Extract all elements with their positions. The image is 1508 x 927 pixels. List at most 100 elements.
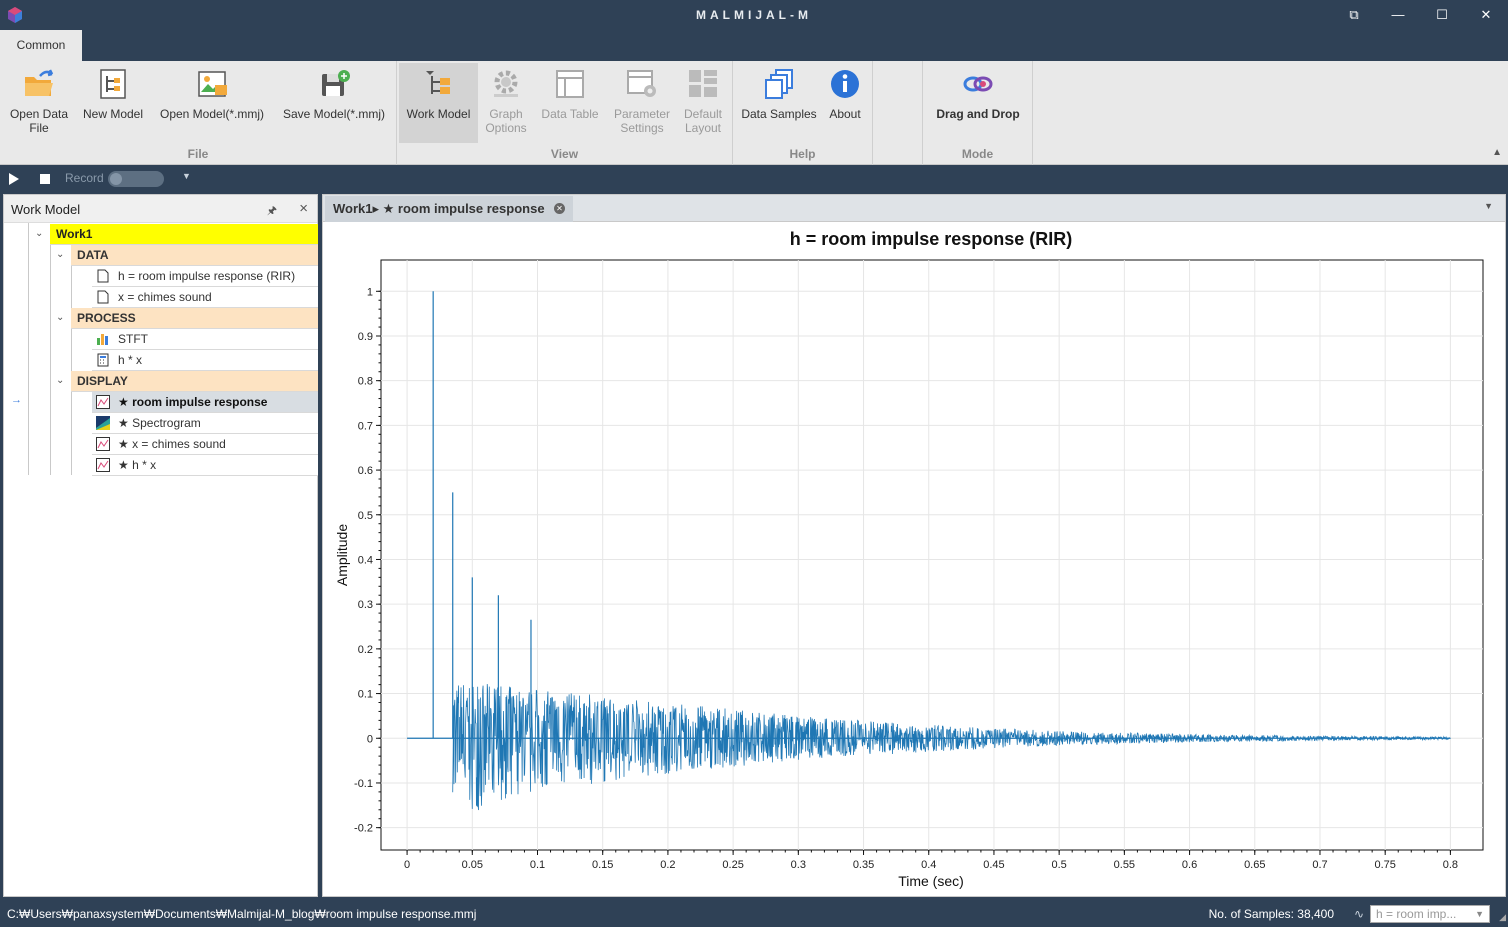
pin-icon[interactable]: 🖈 [267, 202, 277, 221]
document-tab-label: Work1▸ ★ room impulse response [333, 201, 545, 216]
resize-grip-icon[interactable]: ◢ [1499, 912, 1506, 923]
tree-line [71, 265, 72, 475]
default-layout-button[interactable]: Default Layout [677, 63, 729, 143]
maximize-icon: ☐ [1436, 7, 1448, 22]
collapse-ribbon-icon[interactable]: ▲ [1492, 147, 1502, 158]
chevron-down-icon[interactable]: ⌄ [56, 375, 64, 386]
ribbon-group-help: Data Samples About Help [733, 61, 873, 165]
x-tick-label: 0.5 [1052, 859, 1067, 871]
gear-icon [494, 70, 518, 97]
minimize-button[interactable]: — [1376, 0, 1420, 30]
y-tick-label: 0.2 [358, 644, 373, 656]
window-title: MALMIJAL-M [696, 8, 812, 22]
calculator-icon [97, 353, 109, 367]
line-chart-icon [96, 458, 110, 472]
graph-options-button[interactable]: Graph Options [478, 63, 534, 143]
y-tick-label: 0.3 [358, 599, 373, 611]
current-item-arrow-icon: → [11, 394, 22, 406]
group-label-mode: Mode [961, 147, 994, 161]
panel-title: Work Model [11, 202, 81, 217]
x-tick-label: 0.4 [921, 859, 936, 871]
chevron-down-icon[interactable]: ⌄ [56, 312, 64, 323]
chevron-down-icon[interactable]: ⌄ [35, 228, 43, 239]
open-model-button[interactable]: Open Model(*.mmj) [154, 63, 270, 143]
tree-category-data[interactable]: DATA [71, 245, 318, 266]
close-button[interactable]: ✕ [1464, 0, 1508, 30]
play-icon[interactable] [9, 173, 19, 185]
y-tick-label: 0.7 [358, 420, 373, 432]
title-bar: MALMIJAL-M ⧉ — ☐ ✕ [0, 0, 1508, 30]
y-tick-label: 0.6 [358, 465, 373, 477]
open-model-icon [198, 71, 227, 97]
tab-common[interactable]: Common [0, 30, 82, 61]
chart-y-axis-label: Amplitude [334, 524, 350, 586]
restore-icon: ⧉ [1349, 7, 1359, 22]
x-tick-label: 0.8 [1443, 859, 1458, 871]
tree-item-label: DISPLAY [77, 374, 128, 388]
toggle-knob [110, 173, 122, 185]
open-model-label: Open Model(*.mmj) [159, 107, 265, 121]
work-model-panel-header: Work Model 🖈 × [4, 195, 317, 223]
tree-category-process[interactable]: PROCESS [71, 308, 318, 329]
tree-item-label: h = room impulse response (RIR) [118, 269, 296, 283]
about-button[interactable]: About [823, 63, 867, 143]
spectrogram-icon [96, 416, 110, 430]
work-model-label: Work Model [406, 107, 471, 121]
tree-item-display-rir[interactable]: ★ room impulse response [92, 392, 318, 413]
save-model-button[interactable]: Save Model(*.mmj) [276, 63, 392, 143]
tree-item-display-convolution[interactable]: ★ h * x [92, 455, 318, 476]
restore-layout-button[interactable]: ⧉ [1332, 0, 1376, 30]
info-icon [831, 70, 859, 98]
y-tick-label: 0.9 [358, 331, 373, 343]
data-table-button[interactable]: Data Table [537, 63, 603, 143]
x-tick-label: 0.05 [462, 859, 483, 871]
x-tick-label: 0.15 [592, 859, 613, 871]
maximize-button[interactable]: ☐ [1420, 0, 1464, 30]
x-tick-label: 0.65 [1244, 859, 1265, 871]
drag-and-drop-button[interactable]: Drag and Drop [927, 63, 1029, 143]
chevron-down-icon[interactable]: ▼ [182, 171, 191, 181]
tree-item-convolution[interactable]: h * x [92, 350, 318, 371]
save-model-icon [322, 70, 350, 96]
y-tick-label: 0.4 [358, 554, 373, 566]
x-tick-label: 0 [404, 859, 410, 871]
x-tick-label: 0.45 [983, 859, 1004, 871]
tree-item-work1[interactable]: Work1 [50, 224, 318, 245]
chevron-down-icon[interactable]: ⌄ [56, 249, 64, 260]
x-tick-label: 0.55 [1114, 859, 1135, 871]
sample-count: No. of Samples: 38,400 [1208, 907, 1334, 921]
data-samples-button[interactable]: Data Samples [739, 63, 819, 143]
x-tick-label: 0.2 [660, 859, 675, 871]
open-data-file-button[interactable]: Open Data File [4, 63, 74, 143]
tab-list-chevron-icon[interactable]: ▼ [1484, 201, 1493, 211]
open-data-file-label: Open Data File [9, 107, 69, 135]
x-tick-label: 0.1 [530, 859, 545, 871]
tree-item-label: Work1 [56, 227, 93, 241]
close-panel-icon[interactable]: × [299, 200, 308, 217]
chevron-down-icon: ▼ [1475, 909, 1484, 919]
tree-item-display-spectrogram[interactable]: ★ Spectrogram [92, 413, 318, 434]
work-model-icon [425, 71, 450, 94]
tree-category-display[interactable]: DISPLAY [71, 371, 318, 392]
rir-chart[interactable]: h = room impulse response (RIR) Amplitud… [323, 223, 1505, 897]
series-select[interactable]: h = room imp... ▼ [1370, 905, 1490, 923]
y-tick-label: -0.2 [354, 823, 373, 835]
parameter-settings-button[interactable]: Parameter Settings [609, 63, 675, 143]
record-toggle[interactable] [108, 171, 164, 187]
tree-item-data-x[interactable]: x = chimes sound [92, 287, 318, 308]
document-tab-rir[interactable]: Work1▸ ★ room impulse response ✕ [325, 196, 573, 222]
stop-icon[interactable] [40, 174, 50, 184]
chart-x-axis-label: Time (sec) [898, 873, 964, 889]
work-model-button[interactable]: Work Model [399, 63, 478, 143]
tree-item-data-h[interactable]: h = room impulse response (RIR) [92, 266, 318, 287]
x-tick-label: 0.3 [791, 859, 806, 871]
tree-item-stft[interactable]: STFT [92, 329, 318, 350]
x-tick-label: 0.6 [1182, 859, 1197, 871]
ribbon-group-file: Open Data File New Model Open Model(*.mm… [0, 61, 397, 165]
tree-item-display-chimes[interactable]: ★ x = chimes sound [92, 434, 318, 455]
drag-and-drop-icon [963, 76, 993, 92]
new-model-button[interactable]: New Model [78, 63, 148, 143]
about-label: About [829, 107, 861, 121]
close-tab-icon[interactable]: ✕ [554, 203, 565, 214]
y-tick-label: 0.8 [358, 376, 373, 388]
